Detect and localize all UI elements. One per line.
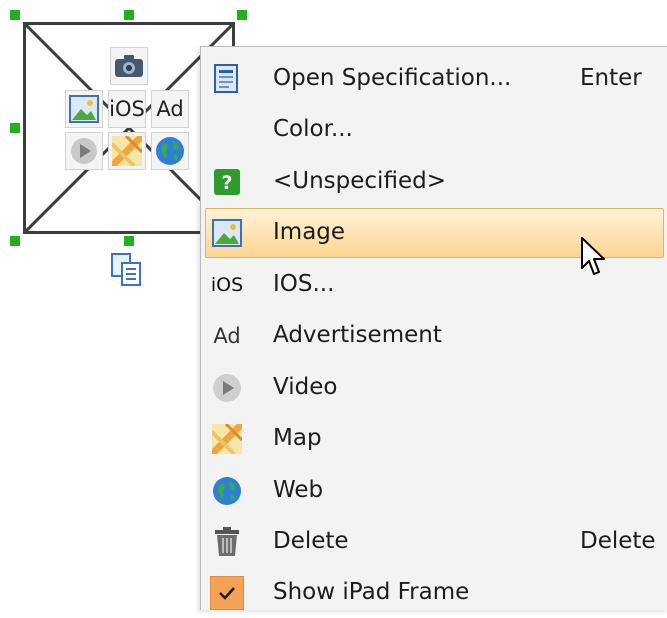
image-icon (65, 90, 103, 128)
map-icon (210, 422, 244, 456)
menu-item-web[interactable]: Web (205, 466, 664, 516)
menu-item-label: Web (273, 477, 324, 503)
camera-icon (110, 47, 148, 85)
context-menu: Open Specification... Enter Color... ? <… (200, 46, 667, 610)
menu-item-label: IOS... (273, 271, 335, 297)
globe-icon (151, 132, 189, 170)
ios-icon: iOS (210, 274, 244, 296)
menu-item-video[interactable]: Video (205, 363, 664, 413)
menu-item-delete[interactable]: Delete Delete (205, 517, 664, 567)
resize-handle-bottom[interactable] (124, 236, 134, 246)
menu-item-map[interactable]: Map (205, 414, 664, 464)
shortcut-label: Delete (580, 528, 656, 554)
specification-icon (210, 62, 244, 96)
mouse-cursor-icon (580, 236, 608, 282)
menu-item-label: Color... (273, 116, 353, 142)
shortcut-label: Enter (580, 65, 642, 91)
ios-icon: iOS (108, 90, 146, 128)
menu-item-label: Video (273, 374, 338, 400)
menu-item-color[interactable]: Color... (205, 105, 664, 155)
resize-handle-top[interactable] (124, 10, 134, 20)
menu-item-label: Image (273, 219, 346, 245)
svg-text:?: ? (221, 172, 232, 194)
resize-handle-top-right[interactable] (237, 10, 247, 20)
menu-item-label: Show iPad Frame (273, 579, 470, 605)
ad-icon: Ad (151, 90, 189, 128)
resize-handle-top-left[interactable] (10, 10, 20, 20)
globe-icon (210, 474, 244, 508)
resize-handle-bottom-left[interactable] (10, 236, 20, 246)
menu-item-label: Open Specification... (273, 65, 512, 91)
resize-handle-left[interactable] (10, 123, 20, 133)
ad-icon: Ad (213, 324, 241, 348)
menu-item-label: Delete (273, 528, 349, 554)
trash-icon (210, 525, 244, 559)
menu-item-show-ipad-frame[interactable]: Show iPad Frame (205, 568, 664, 618)
video-play-icon (210, 371, 244, 405)
video-play-icon (65, 132, 103, 170)
menu-item-unspecified[interactable]: ? <Unspecified> (205, 157, 664, 207)
question-icon: ? (210, 165, 244, 199)
menu-item-label: Advertisement (273, 322, 442, 348)
checkmark-icon (210, 576, 244, 610)
menu-item-label: Map (273, 425, 322, 451)
map-icon (108, 132, 146, 170)
resource-catalog-icon[interactable] (110, 252, 146, 292)
menu-item-advertisement[interactable]: Ad Advertisement (205, 311, 664, 361)
image-icon (210, 216, 244, 250)
menu-item-label: <Unspecified> (273, 168, 446, 194)
menu-item-open-specification[interactable]: Open Specification... Enter (205, 54, 664, 104)
